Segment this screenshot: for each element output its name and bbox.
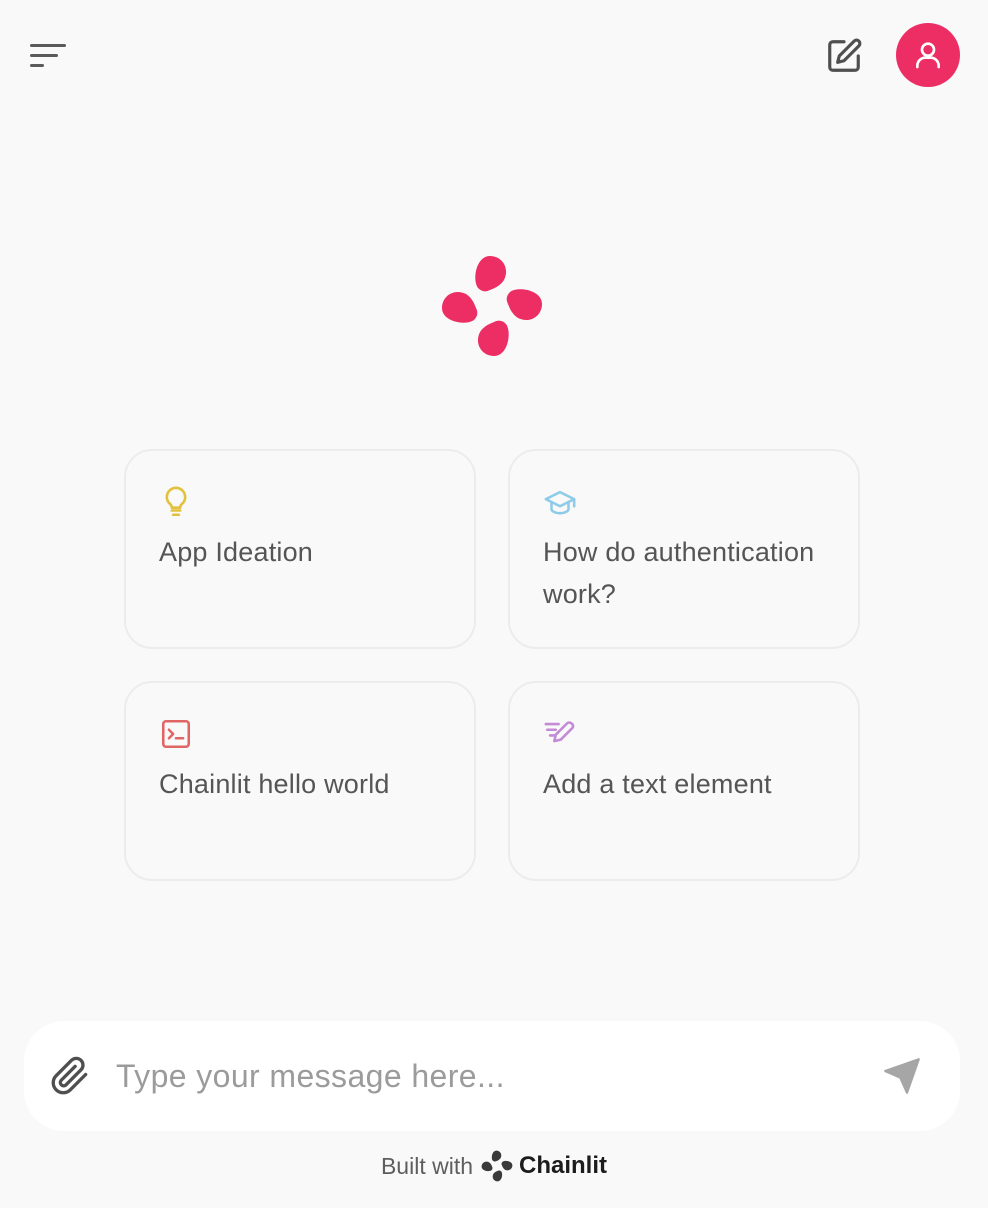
chainlit-logo xyxy=(442,256,542,356)
brand-name: Chainlit xyxy=(519,1152,608,1179)
send-button[interactable] xyxy=(874,1048,930,1104)
starter-card-hello-world[interactable]: Chainlit hello world xyxy=(124,681,476,881)
starter-card-app-ideation[interactable]: App Ideation xyxy=(124,449,476,649)
edit-icon xyxy=(828,38,862,72)
send-icon xyxy=(884,1058,920,1094)
starter-card-text-element[interactable]: Add a text element xyxy=(508,681,860,881)
footer: Built with Chainlit xyxy=(0,1148,988,1184)
menu-line xyxy=(30,63,44,67)
user-avatar-button[interactable] xyxy=(896,23,960,87)
lightbulb-icon xyxy=(165,486,187,517)
starter-label: How do authentication work? xyxy=(543,537,815,609)
starter-label: Add a text element xyxy=(543,769,772,799)
terminal-icon xyxy=(161,719,191,749)
menu-line xyxy=(30,53,58,57)
built-with-text: Built with xyxy=(380,1152,474,1179)
user-icon xyxy=(916,42,940,69)
chainlit-brand-link[interactable]: Chainlit xyxy=(481,1150,607,1182)
chainlit-small-logo-icon xyxy=(481,1150,513,1182)
message-composer xyxy=(24,1021,960,1131)
new-chat-button[interactable] xyxy=(822,34,866,78)
graduation-cap-icon xyxy=(544,490,576,515)
menu-line xyxy=(30,43,66,47)
chat-page: App Ideation How do authentication work?… xyxy=(0,0,988,1208)
message-input[interactable] xyxy=(116,1046,874,1106)
starter-label: App Ideation xyxy=(159,537,314,567)
attach-file-button[interactable] xyxy=(44,1050,96,1102)
starter-suggestions: App Ideation How do authentication work?… xyxy=(124,449,860,881)
sidebar-toggle-button[interactable] xyxy=(24,34,72,76)
starter-label: Chainlit hello world xyxy=(159,769,390,799)
pen-lines-icon xyxy=(544,721,575,743)
paperclip-icon xyxy=(51,1056,88,1095)
starter-card-authentication[interactable]: How do authentication work? xyxy=(508,449,860,649)
